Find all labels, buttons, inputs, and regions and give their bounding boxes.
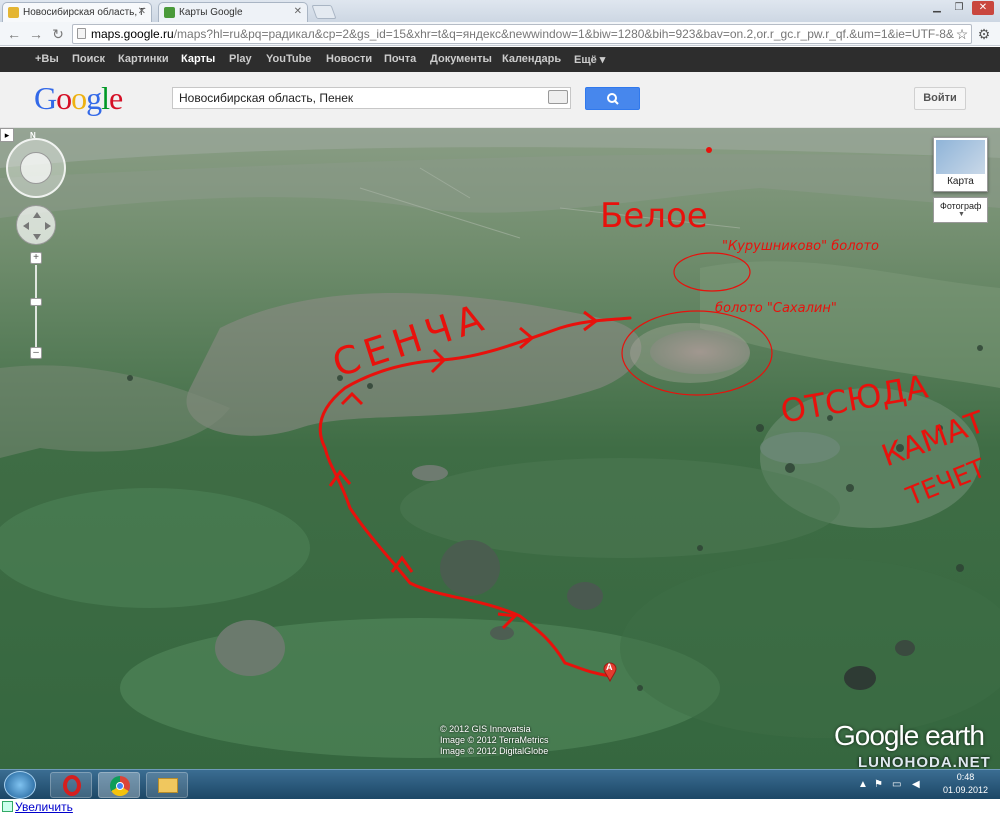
google-logo[interactable]: Google (34, 80, 123, 117)
clock-date: 01.09.2012 (942, 785, 988, 795)
sidebar-toggle-button[interactable]: ▸ (0, 128, 14, 142)
tab-title: Новосибирская область, Г (23, 7, 146, 18)
photo-layer-label: Фотограф (940, 201, 982, 211)
logo-letter: o (56, 80, 72, 116)
zoom-link[interactable]: Увеличить (15, 800, 73, 814)
close-tab-icon[interactable]: ✕ (138, 6, 146, 17)
close-window-icon[interactable]: ✕ (972, 1, 994, 15)
satellite-terrain (0, 128, 1000, 769)
maps-favicon-icon (8, 7, 19, 18)
gbar-item-search[interactable]: Поиск (72, 53, 105, 65)
look-around-control[interactable]: N (6, 131, 66, 198)
google-earth-logo: Google earth (834, 720, 985, 751)
copyright-line: Image © 2012 TerraMetrics (440, 735, 549, 745)
annotation-kurushnikovo: "Курушниково" болото (722, 239, 879, 254)
copyright-line: Image © 2012 DigitalGlobe (440, 746, 549, 756)
gbar-item-plus-you[interactable]: +Вы (35, 53, 59, 65)
restore-icon[interactable]: ❐ (948, 1, 970, 15)
back-icon[interactable]: ← (6, 26, 22, 42)
logo-letter: e (109, 80, 123, 116)
tab-novosibirsk[interactable]: Новосибирская область, Г ✕ (2, 2, 152, 22)
gbar-item-more[interactable]: Ещё ▾ (574, 53, 605, 66)
annotation-sakhalin: болото "Сахалин" (715, 301, 837, 316)
marker-label: A (606, 662, 613, 672)
location-marker-a[interactable]: A (603, 662, 617, 683)
page-icon (77, 28, 86, 39)
annotation-beloe: Белое (600, 196, 708, 236)
url-path: /maps?hl=ru&pq=радикал&cp=2&gs_id=15&xhr… (173, 27, 954, 41)
keyboard-icon[interactable] (548, 90, 568, 104)
gbar-item-youtube[interactable]: YouTube (266, 53, 311, 65)
close-tab-icon[interactable]: ✕ (294, 6, 302, 17)
map-layer-button[interactable]: Карта (933, 137, 988, 192)
zoom-slider-track[interactable] (35, 265, 37, 349)
browser-tab-bar: Новосибирская область, Г ✕ Карты Google … (0, 0, 1000, 22)
gbar-item-mail[interactable]: Почта (384, 53, 416, 65)
search-button[interactable] (585, 87, 640, 110)
url-host: maps.google.ru (91, 27, 174, 41)
gbar-item-documents[interactable]: Документы (430, 53, 492, 65)
logo-letter: G (34, 80, 57, 116)
zoom-out-button[interactable]: – (30, 347, 42, 359)
copyright-line: © 2012 GIS Innovatsia (440, 724, 531, 734)
minimize-icon[interactable]: ▁ (926, 1, 948, 15)
gbar-item-news[interactable]: Новости (326, 53, 372, 65)
new-tab-button[interactable] (311, 5, 337, 19)
opera-taskbar-button[interactable] (50, 772, 92, 798)
map-thumbnail (936, 140, 985, 174)
pan-control[interactable] (16, 205, 56, 245)
map-layer-label: Карта (947, 176, 974, 187)
copyright-text: © 2012 GIS Innovatsia Image © 2012 Terra… (440, 724, 549, 757)
gbar-item-play[interactable]: Play (229, 53, 252, 65)
forward-icon[interactable]: → (28, 26, 44, 42)
windows-taskbar: ▲ ⚑ ▭ ◀ 0:48 01.09.2012 (0, 769, 1000, 799)
clock-time: 0:48 (956, 772, 975, 782)
volume-icon[interactable]: ◀ (912, 779, 920, 790)
gbar-item-images[interactable]: Картинки (118, 53, 169, 65)
chevron-down-icon: ▼ (958, 211, 965, 218)
earth-map-view[interactable]: СЕНЧА Белое "Курушниково" болото болото … (0, 128, 1000, 769)
search-input[interactable]: Новосибирская область, Пенек (172, 87, 571, 109)
zoom-in-button[interactable]: + (30, 252, 42, 264)
folder-icon (158, 778, 178, 793)
gbar-item-maps[interactable]: Карты (181, 53, 215, 65)
logo-letter: l (101, 80, 110, 116)
page-footer: Увеличить (0, 799, 1000, 814)
tab-google-maps[interactable]: Карты Google ✕ (158, 2, 308, 22)
zoom-icon (2, 801, 13, 812)
north-indicator: N (30, 131, 36, 140)
tab-title: Карты Google (179, 7, 243, 18)
google-bar: +Вы Поиск Картинки Карты Play YouTube Но… (0, 47, 1000, 72)
gbar-item-calendar[interactable]: Календарь (502, 53, 561, 65)
flag-icon[interactable]: ⚑ (874, 779, 883, 790)
search-icon (607, 93, 619, 105)
maps-favicon-icon (164, 7, 175, 18)
chrome-icon (110, 776, 130, 796)
chrome-taskbar-button[interactable] (98, 772, 140, 798)
zoom-slider-handle[interactable] (30, 298, 42, 306)
tray-up-icon[interactable]: ▲ (858, 779, 868, 790)
monitor-icon[interactable]: ▭ (892, 779, 901, 790)
logo-letter: o (71, 80, 87, 116)
eye-icon (20, 152, 52, 184)
address-toolbar: ← → ↻ maps.google.ru/maps?hl=ru&pq=радик… (0, 22, 1000, 46)
reload-icon[interactable]: ↻ (50, 26, 66, 42)
bookmark-star-icon[interactable]: ☆ (954, 26, 970, 42)
taskbar-clock[interactable]: 0:48 01.09.2012 (943, 771, 988, 797)
opera-icon (63, 775, 81, 796)
url-input[interactable]: maps.google.ru/maps?hl=ru&pq=радикал&cp=… (72, 24, 972, 44)
explorer-taskbar-button[interactable] (146, 772, 188, 798)
login-button[interactable]: Войти (914, 87, 966, 110)
wrench-icon[interactable]: ⚙ (976, 26, 992, 42)
logo-letter: g (86, 80, 102, 116)
start-button[interactable] (4, 771, 36, 799)
maps-header: Google Новосибирская область, Пенек Войт… (0, 72, 1000, 128)
pan-arrows-icon (23, 212, 51, 240)
watermark-text: LUNOHODA.NET (858, 754, 991, 769)
photo-layer-button[interactable]: Фотограф ▼ (933, 197, 988, 223)
